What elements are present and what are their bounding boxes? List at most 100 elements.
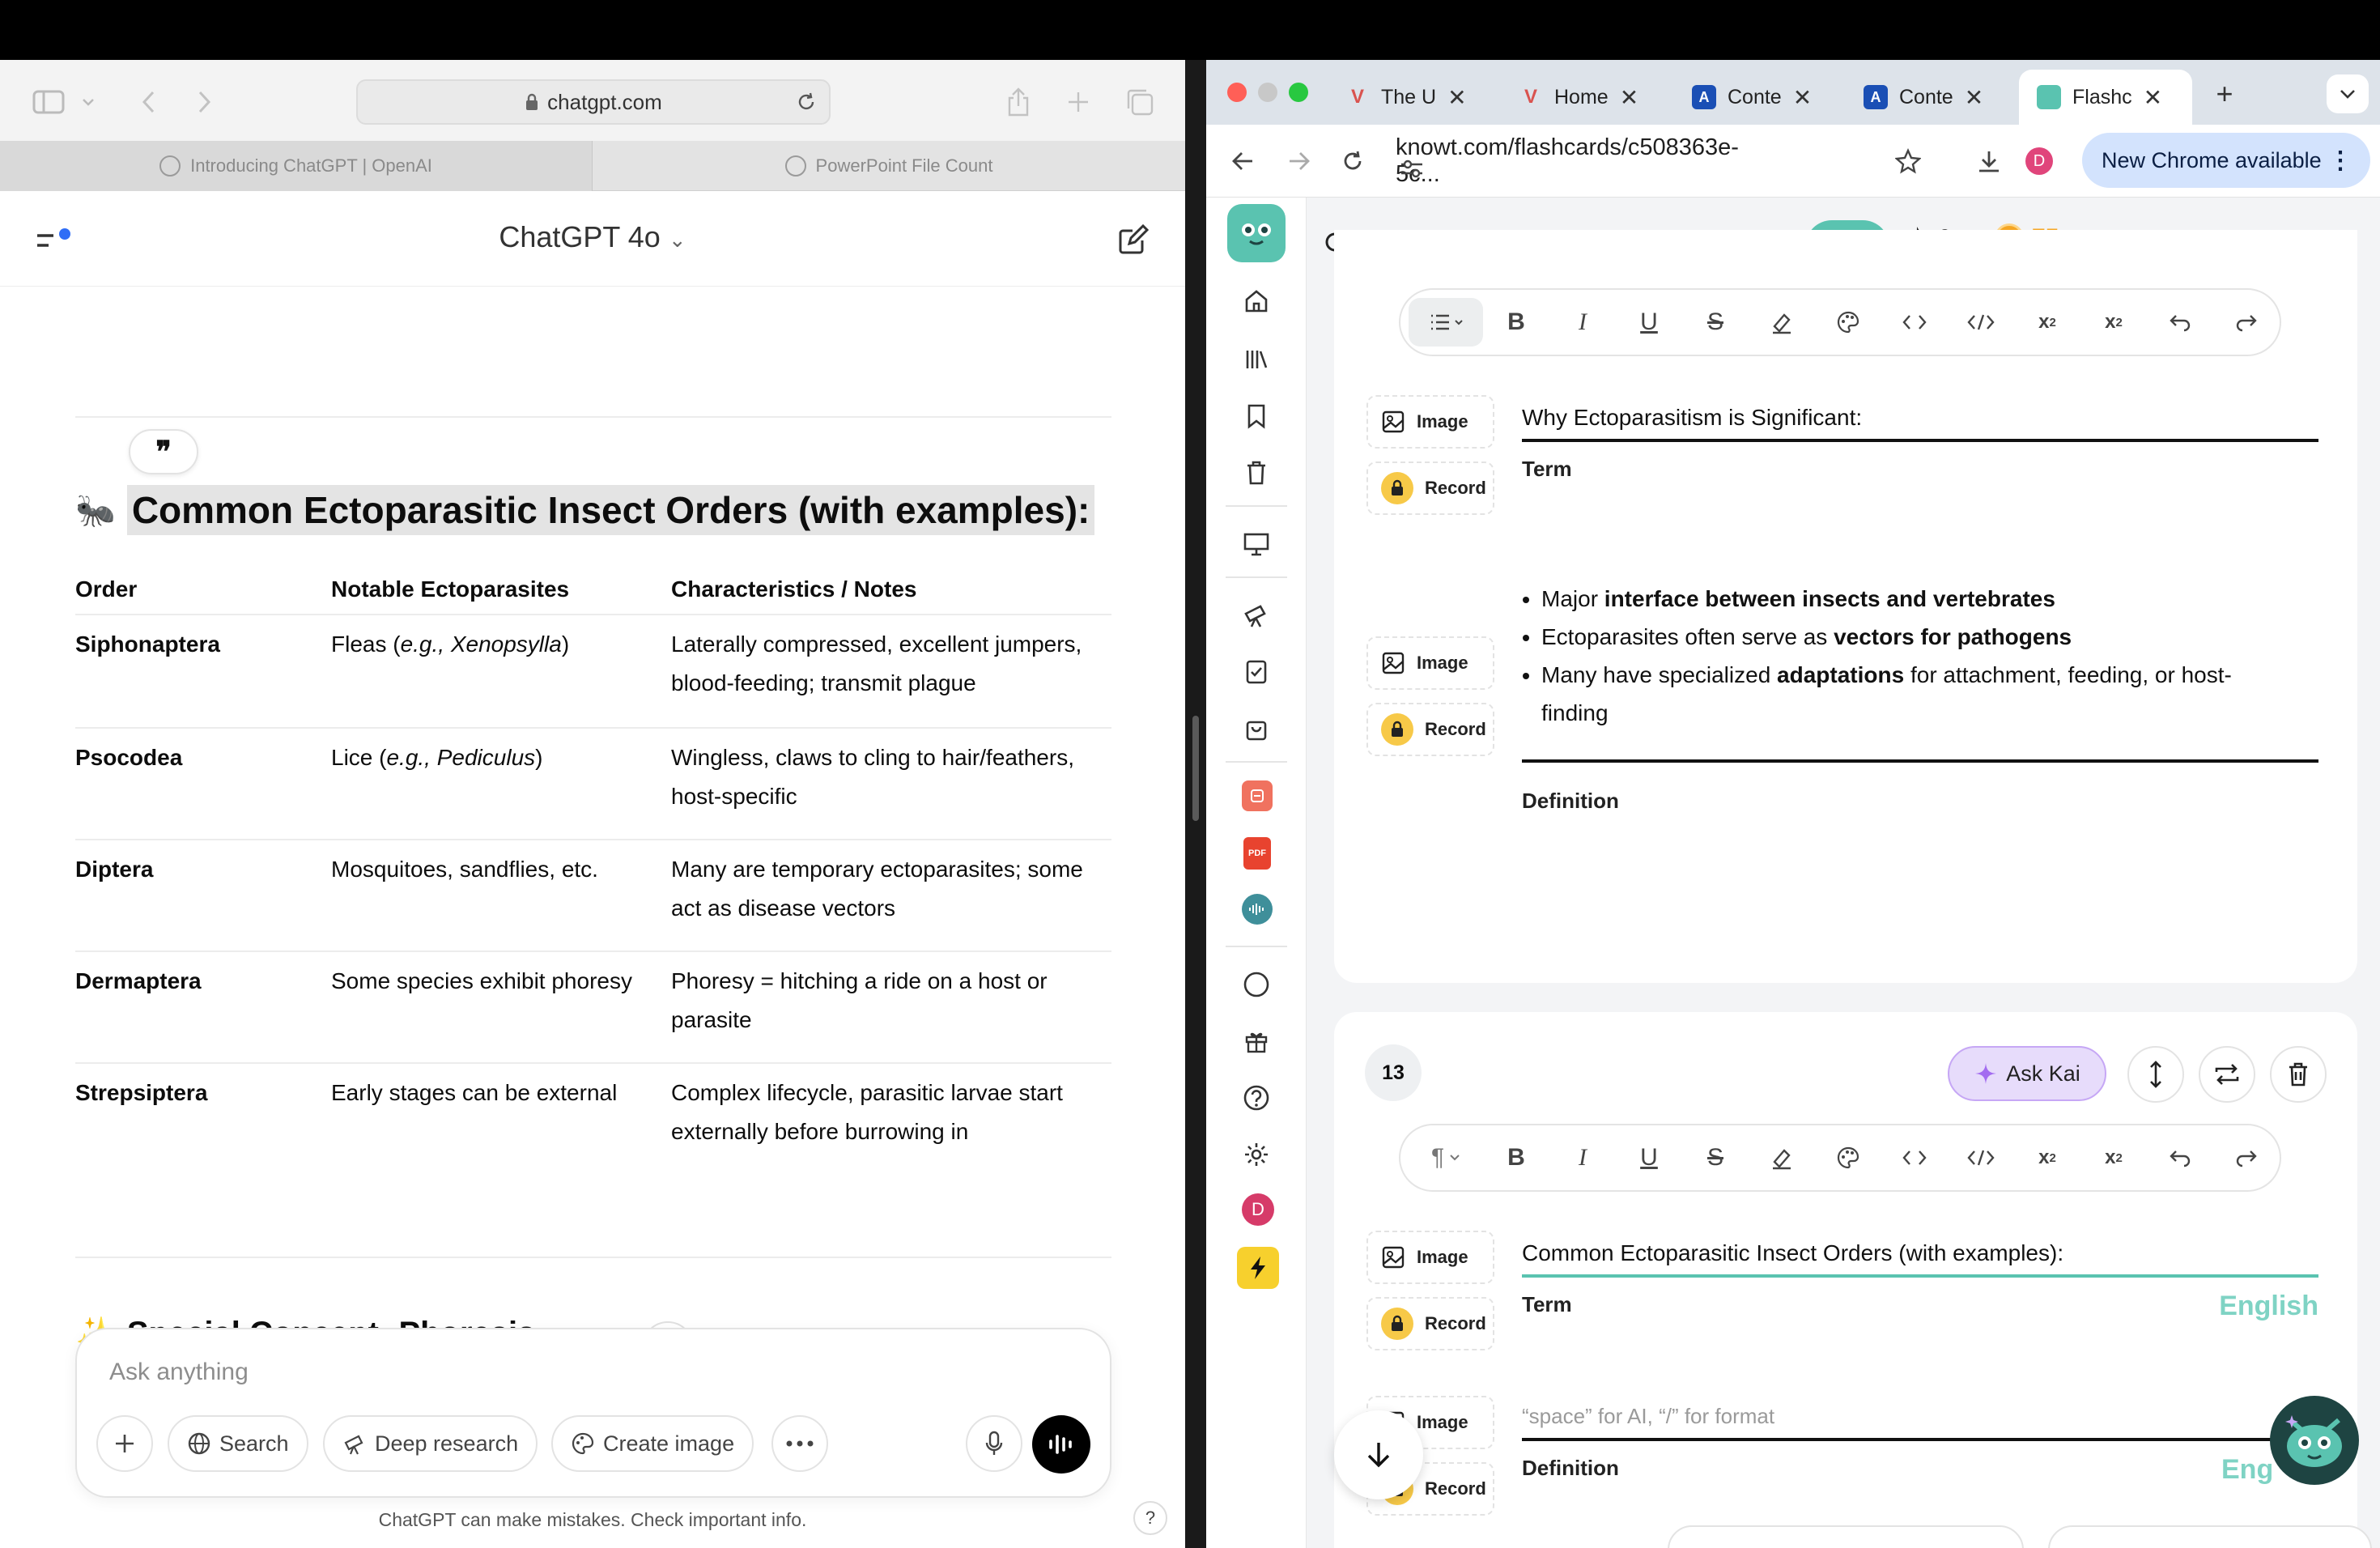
site-info-icon[interactable]	[1396, 152, 1428, 185]
definition-language-selector[interactable]: Eng	[2221, 1454, 2273, 1486]
code-block-icon[interactable]	[1948, 1133, 2014, 1182]
forward-icon[interactable]	[1281, 142, 1318, 180]
trash-icon[interactable]	[1237, 453, 1276, 492]
attach-button[interactable]	[96, 1415, 153, 1472]
delete-button[interactable]	[2270, 1046, 2327, 1103]
close-tab-icon[interactable]: ✕	[1965, 84, 1983, 111]
profile-avatar[interactable]: D	[2025, 147, 2053, 175]
back-icon[interactable]	[131, 84, 167, 120]
strikethrough-icon[interactable]: S	[1682, 298, 1749, 347]
download-icon[interactable]	[1970, 142, 2008, 180]
chevron-down-icon[interactable]	[76, 84, 100, 120]
redo-icon[interactable]	[2213, 1133, 2280, 1182]
omnibox[interactable]: knowt.com/flashcards/c508363e-5c...	[1396, 134, 1776, 188]
undo-icon[interactable]	[2147, 298, 2213, 347]
tab-introducing-chatgpt[interactable]: Introducing ChatGPT | OpenAI	[0, 141, 593, 191]
zoom-window-button[interactable]	[1289, 83, 1308, 102]
undo-icon[interactable]	[2147, 1133, 2213, 1182]
close-tab-icon[interactable]: ✕	[1447, 84, 1466, 111]
highlighter-icon[interactable]	[1749, 1133, 1815, 1182]
scan-icon[interactable]	[1242, 780, 1273, 811]
pdf-icon[interactable]: PDF	[1243, 837, 1271, 870]
definition-image-button[interactable]: Image	[1366, 636, 1494, 690]
bottom-pill[interactable]	[1668, 1525, 2024, 1548]
circle-icon[interactable]	[1237, 965, 1276, 1004]
reload-icon[interactable]	[1334, 142, 1371, 180]
bold-icon[interactable]: B	[1483, 298, 1549, 347]
code-icon[interactable]	[1881, 298, 1948, 347]
back-icon[interactable]	[1224, 142, 1261, 180]
shopping-bag-icon[interactable]	[1237, 709, 1276, 748]
underline-icon[interactable]: U	[1616, 298, 1682, 347]
term-field[interactable]: Common Ectoparasitic Insect Orders (with…	[1522, 1240, 2318, 1321]
chrome-tab-active[interactable]: Flashc ✕	[2019, 70, 2192, 125]
minimize-window-button[interactable]	[1258, 83, 1277, 102]
ask-kai-button[interactable]: Ask Kai	[1948, 1046, 2106, 1101]
term-field[interactable]: Why Ectoparasitism is Significant: Term	[1522, 405, 2318, 481]
home-icon[interactable]	[1237, 282, 1276, 321]
help-circle-icon[interactable]	[1237, 1078, 1276, 1117]
close-tab-icon[interactable]: ✕	[1620, 84, 1638, 111]
gift-icon[interactable]	[1237, 1022, 1276, 1061]
help-button[interactable]: ?	[1133, 1501, 1167, 1535]
bookmark-icon[interactable]	[1237, 397, 1276, 436]
more-options-button[interactable]	[771, 1415, 828, 1472]
close-tab-icon[interactable]: ✕	[2144, 84, 2162, 111]
reload-icon[interactable]	[795, 91, 818, 113]
divider-handle[interactable]	[1192, 716, 1199, 821]
new-chrome-available-button[interactable]: New Chrome available ⋮	[2082, 133, 2370, 188]
prompt-input[interactable]: Ask anything	[109, 1359, 249, 1386]
create-image-button[interactable]: Create image	[551, 1415, 754, 1472]
term-image-button[interactable]: Image	[1366, 395, 1494, 449]
tab-overview-icon[interactable]	[1122, 84, 1158, 120]
redo-icon[interactable]	[2213, 298, 2280, 347]
user-avatar[interactable]: D	[1242, 1193, 1274, 1226]
audio-icon[interactable]	[1242, 894, 1273, 925]
address-bar[interactable]: chatgpt.com	[356, 79, 831, 125]
definition-record-button[interactable]: Record	[1366, 703, 1494, 756]
split-view-divider[interactable]	[1185, 60, 1206, 1548]
definition-field[interactable]: “space” for AI, “/” for format Definitio…	[1522, 1404, 2318, 1485]
list-format-icon[interactable]	[1409, 298, 1483, 347]
superscript-icon[interactable]: x2	[2080, 298, 2147, 347]
lightning-icon[interactable]	[1237, 1247, 1279, 1289]
bold-icon[interactable]: B	[1483, 1133, 1549, 1182]
bookmark-star-icon[interactable]	[1889, 142, 1927, 180]
underline-icon[interactable]: U	[1616, 1133, 1682, 1182]
kai-mascot-button[interactable]	[2270, 1396, 2359, 1485]
deep-research-button[interactable]: Deep research	[323, 1415, 538, 1472]
scroll-down-button[interactable]	[1334, 1410, 1423, 1499]
quote-icon[interactable]: ❞	[129, 429, 198, 474]
italic-icon[interactable]: I	[1549, 298, 1616, 347]
search-button[interactable]: Search	[168, 1415, 308, 1472]
code-block-icon[interactable]	[1948, 298, 2014, 347]
strikethrough-icon[interactable]: S	[1682, 1133, 1749, 1182]
term-record-button[interactable]: Record	[1366, 461, 1494, 515]
new-tab-icon[interactable]	[1060, 84, 1096, 120]
close-tab-icon[interactable]: ✕	[1793, 84, 1812, 111]
term-record-button[interactable]: Record	[1366, 1297, 1494, 1350]
term-image-button[interactable]: Image	[1366, 1231, 1494, 1284]
share-icon[interactable]	[1001, 84, 1036, 120]
subscript-icon[interactable]: x2	[2014, 298, 2080, 347]
italic-icon[interactable]: I	[1549, 1133, 1616, 1182]
telescope-icon[interactable]	[1237, 596, 1276, 635]
chrome-tab[interactable]: A Conte ✕	[1846, 70, 2017, 125]
presentation-icon[interactable]	[1237, 525, 1276, 563]
paragraph-format-icon[interactable]: ¶	[1409, 1133, 1483, 1182]
palette-icon[interactable]	[1815, 1133, 1881, 1182]
forward-icon[interactable]	[186, 84, 222, 120]
tab-search-icon[interactable]	[2327, 74, 2369, 113]
tab-powerpoint-file-count[interactable]: PowerPoint File Count	[593, 141, 1185, 191]
bottom-pill[interactable]	[2048, 1525, 2372, 1548]
dictate-button[interactable]	[966, 1415, 1022, 1472]
voice-mode-button[interactable]	[1032, 1415, 1090, 1474]
reorder-button[interactable]	[2127, 1046, 2184, 1103]
code-icon[interactable]	[1881, 1133, 1948, 1182]
checklist-icon[interactable]	[1237, 653, 1276, 691]
superscript-icon[interactable]: x2	[2080, 1133, 2147, 1182]
new-chat-icon[interactable]	[1114, 220, 1153, 259]
model-selector[interactable]: ChatGPT 4o ⌄	[0, 220, 1185, 254]
palette-icon[interactable]	[1815, 298, 1881, 347]
library-icon[interactable]	[1237, 340, 1276, 379]
